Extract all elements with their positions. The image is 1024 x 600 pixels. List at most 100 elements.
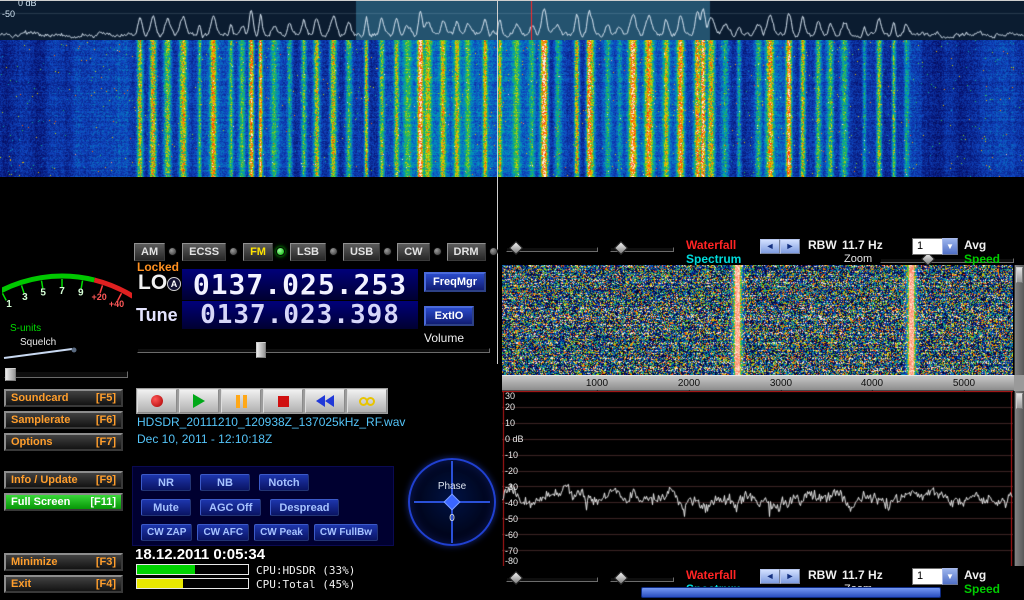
options-button[interactable]: Options [F7] [4, 433, 123, 451]
phase-dial[interactable]: Phase 0 [405, 455, 499, 555]
mode-am-button[interactable]: AM [134, 243, 165, 261]
waterfall-contrast-slider-thumb[interactable] [509, 241, 523, 255]
vertical-divider [497, 0, 498, 364]
soundcard-button[interactable]: Soundcard [F5] [4, 389, 123, 407]
mode-ecss-button[interactable]: ECSS [182, 243, 226, 261]
db-tick: -50 [505, 514, 518, 524]
despread-button[interactable]: Despread [270, 499, 338, 516]
options-label: Options [11, 436, 53, 448]
cpu-hdsdr-text: CPU:HDSDR (33%) [256, 564, 355, 577]
loop-button[interactable] [347, 389, 387, 413]
avg-dropdown-arrow-bottom[interactable]: ▼ [942, 568, 958, 585]
extio-button[interactable]: ExtIO [424, 306, 474, 326]
exit-button[interactable]: Exit [F4] [4, 575, 123, 593]
avg-dropdown-bottom[interactable]: 1 ▼ [912, 568, 958, 585]
speed-label: Speed [964, 252, 1000, 266]
pause-button[interactable] [221, 389, 261, 413]
agc-button[interactable]: AGC Off [200, 499, 261, 516]
exit-key: [F4] [96, 578, 116, 590]
phase-value: 0 [405, 513, 499, 524]
cpu-hdsdr-bar [136, 564, 249, 575]
zoom-label: Zoom [844, 253, 872, 265]
mode-drm-led [489, 247, 498, 256]
spectrum-offset-slider[interactable] [1014, 391, 1024, 566]
mode-fm-button[interactable]: FM [243, 243, 273, 261]
fullscreen-button[interactable]: Full Screen [F11] [4, 493, 123, 511]
s-meter-tick-7: 7 [59, 286, 65, 297]
zoom-range-bar[interactable] [641, 587, 941, 598]
stop-button[interactable] [263, 389, 303, 413]
avg-dropdown[interactable]: 1 ▼ [912, 238, 958, 255]
avg-label-bottom: Avg [964, 568, 986, 582]
rewind-button[interactable] [305, 389, 345, 413]
zoomed-waterfall-display[interactable] [502, 265, 1013, 375]
rbw-decrease-button-bottom[interactable]: ◄ [760, 569, 780, 584]
cpu-total-text: CPU:Total (45%) [256, 578, 355, 591]
volume-slider-track[interactable] [137, 348, 490, 353]
waterfall-tab-bottom[interactable]: Waterfall [686, 568, 736, 582]
info-update-button[interactable]: Info / Update [F9] [4, 471, 123, 489]
waterfall-contrast-slider-thumb-bottom[interactable] [509, 571, 523, 585]
right-spectrum-panel [502, 391, 1013, 566]
mode-usb-button[interactable]: USB [343, 243, 380, 261]
nb-button[interactable]: NB [200, 474, 250, 491]
spectrum-offset-thumb[interactable] [1016, 393, 1023, 409]
waterfall-brightness-slider-thumb-bottom[interactable] [614, 571, 628, 585]
soundcard-label: Soundcard [11, 392, 68, 404]
record-button[interactable] [137, 389, 177, 413]
zoomed-spectrum-display[interactable] [502, 391, 1013, 566]
db-tick: 20 [505, 402, 515, 412]
spectrum-tab[interactable]: Spectrum [686, 252, 741, 266]
volume-slider-thumb[interactable] [256, 342, 266, 358]
s-meter-tick-9: 9 [78, 288, 84, 299]
minimize-button[interactable]: Minimize [F3] [4, 553, 123, 571]
datetime-display: 18.12.2011 0:05:34 [135, 546, 265, 563]
info-update-key: [F9] [96, 474, 116, 486]
lo-frequency-display[interactable]: 0137.025.253 [181, 268, 419, 301]
waterfall-offset-thumb[interactable] [1016, 267, 1023, 283]
squelch-slider-track[interactable] [4, 371, 128, 378]
s-meter-tick-20: +20 [91, 292, 106, 302]
notch-button[interactable]: Notch [259, 474, 309, 491]
mute-button[interactable]: Mute [141, 499, 191, 516]
pause-icon [236, 395, 247, 408]
right-waterfall-panel [502, 265, 1013, 375]
options-key: [F7] [96, 436, 116, 448]
play-icon [193, 394, 205, 408]
lo-lock-badge[interactable]: A [167, 277, 181, 291]
mode-drm-button[interactable]: DRM [447, 243, 486, 261]
db-tick: -40 [505, 498, 518, 508]
rbw-increase-button-bottom[interactable]: ► [780, 569, 800, 584]
fullscreen-label: Full Screen [11, 496, 70, 508]
soundcard-key: [F5] [96, 392, 116, 404]
avg-label: Avg [964, 238, 986, 252]
right-bottom-divider [498, 0, 1024, 1]
s-meter-needle-hub [72, 348, 77, 353]
cw-peak-button[interactable]: CW Peak [254, 524, 309, 541]
loop-icon [359, 397, 375, 406]
tune-frequency-display[interactable]: 0137.023.398 [181, 300, 419, 330]
waterfall-tab[interactable]: Waterfall [686, 238, 736, 252]
stop-icon [278, 396, 289, 407]
waterfall-offset-slider[interactable] [1014, 265, 1024, 375]
mode-lsb-button[interactable]: LSB [290, 243, 326, 261]
right-controls-top: Waterfall Spectrum ◄ ► RBW 11.7 Hz Zoom … [498, 236, 1024, 266]
rbw-decrease-button[interactable]: ◄ [760, 239, 780, 254]
cw-fullbw-button[interactable]: CW FullBw [314, 524, 378, 541]
main-spectrum-display[interactable] [0, 0, 1024, 40]
waterfall-brightness-slider-thumb[interactable] [614, 241, 628, 255]
samplerate-button[interactable]: Samplerate [F6] [4, 411, 123, 429]
db-tick: 10 [505, 418, 515, 428]
mode-cw-button[interactable]: CW [397, 243, 429, 261]
samplerate-key: [F6] [96, 414, 116, 426]
rbw-increase-button[interactable]: ► [780, 239, 800, 254]
samplerate-label: Samplerate [11, 414, 70, 426]
nr-button[interactable]: NR [141, 474, 191, 491]
s-meter-tick-3: 3 [22, 292, 28, 303]
cw-zap-button[interactable]: CW ZAP [141, 524, 192, 541]
freqmgr-button[interactable]: FreqMgr [424, 272, 486, 292]
avg-dropdown-arrow[interactable]: ▼ [942, 238, 958, 255]
squelch-slider-thumb[interactable] [5, 368, 16, 381]
cw-afc-button[interactable]: CW AFC [197, 524, 249, 541]
play-button[interactable] [179, 389, 219, 413]
